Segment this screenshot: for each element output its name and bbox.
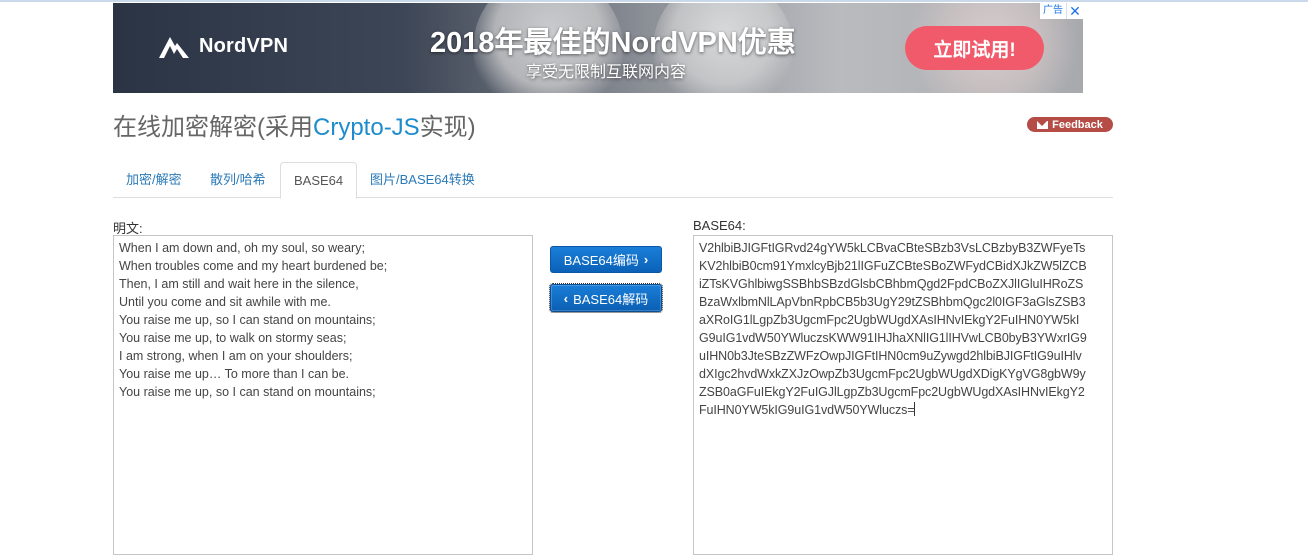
text-line: You raise me up, so I can stand on mount… (119, 313, 376, 327)
tab-base64[interactable]: BASE64 (280, 162, 358, 199)
tab-encrypt-decrypt[interactable]: 加密/解密 (113, 162, 195, 197)
text-line: uIHN0b3JteSBzZWFzOwpJIGFtIHN0cm9uZywgd2h… (699, 349, 1082, 363)
ad-brand-logo: NordVPN (157, 31, 288, 61)
base64-encode-button[interactable]: BASE64编码 › (550, 246, 662, 273)
page-title-suffix: 实现) (419, 114, 476, 141)
nordvpn-mountain-icon (159, 37, 189, 58)
tab-image-base64[interactable]: 图片/BASE64转换 (357, 162, 488, 197)
text-line: aXRoIG1lLgpZb3UgcmFpc2UgbWUgdXAsIHNvIEkg… (699, 313, 1080, 327)
base64-textarea[interactable]: V2hlbiBJIGFtIGRvd24gYW5kLCBvaCBteSBzb3Vs… (693, 235, 1113, 555)
text-line: V2hlbiBJIGFtIGRvd24gYW5kLCBvaCBteSBzb3Vs… (699, 241, 1086, 255)
text-line: FuIHN0YW5kIG9uIG1vdW50YWluczs= (699, 402, 916, 417)
text-line: iZTsKVGhlbiwgSSBhbSBzdGlsbCBhbmQgd2FpdCB… (699, 277, 1084, 291)
text-line: ZSB0aGFuIEkgY2FuIGJlLgpZb3UgcmFpc2UgbWUg… (699, 385, 1085, 399)
ad-subline: 享受无限制互联网内容 (526, 64, 687, 81)
ad-cta-button[interactable]: 立即试用! (905, 26, 1044, 70)
envelope-icon (1037, 120, 1049, 129)
ad-headline: 2018年最佳的NordVPN优惠 (430, 27, 796, 59)
decode-label: BASE64解码 (573, 291, 649, 307)
text-line: I am strong, when I am on your shoulders… (119, 349, 353, 363)
text-line: When troubles come and my heart burdened… (119, 259, 388, 273)
ad-brand-name: NordVPN (199, 34, 289, 57)
text-line: dXIgc2hvdWxkZXJzOwpZb3UgcmFpc2UgbWUgdXDi… (699, 367, 1086, 381)
ad-banner[interactable]: NordVPN 2018年最佳的NordVPN优惠 享受无限制互联网内容 立即试… (113, 3, 1083, 93)
text-line: G9uIG1vdW50YWluczsKWW91IHJhaXNlIG1lIHVwL… (699, 331, 1087, 345)
feedback-button[interactable]: Feedback (1027, 117, 1113, 132)
ad-choices[interactable]: 广告 ✕ (1040, 3, 1083, 19)
base64-decode-button[interactable]: ‹ BASE64解码 (549, 283, 663, 313)
chevron-left-icon: ‹ (563, 290, 569, 306)
text-line: Until you come and sit awhile with me. (119, 295, 331, 309)
text-line: Then, I am still and wait here in the si… (119, 277, 359, 291)
ad-label[interactable]: 广告 (1040, 3, 1066, 19)
tab-bar: 加密/解密 散列/哈希 BASE64 图片/BASE64转换 (113, 162, 1113, 199)
chevron-right-icon: › (643, 252, 649, 267)
text-line: You raise me up, so I can stand on mount… (119, 385, 376, 399)
text-line: You raise me up, to walk on stormy seas; (119, 331, 347, 345)
page-title: 在线加密解密(采用Crypto-JS实现) (113, 107, 476, 142)
tab-hash[interactable]: 散列/哈希 (197, 162, 279, 197)
text-caret (914, 402, 916, 416)
close-icon[interactable]: ✕ (1066, 3, 1083, 19)
text-line: KV2hlbiB0cm91YmxlcyBjb21lIGFuZCBteSBoZWF… (699, 259, 1087, 273)
plaintext-textarea[interactable]: When I am down and, oh my soul, so weary… (113, 235, 533, 555)
text-line: You raise me up… To more than I can be. (119, 367, 349, 381)
top-border (0, 0, 1308, 2)
text-line: When I am down and, oh my soul, so weary… (119, 241, 365, 255)
base64-label: BASE64: (693, 218, 746, 233)
page-title-prefix: 在线加密解密(采用 (113, 114, 313, 141)
feedback-label: Feedback (1052, 118, 1103, 131)
encode-label: BASE64编码 (563, 253, 639, 268)
text-line: BzaWxlbmNlLApVbnRpbCB5b3UgY29tZSBhbmQgc2… (699, 295, 1086, 309)
page-title-accent: Crypto-JS (313, 114, 420, 141)
